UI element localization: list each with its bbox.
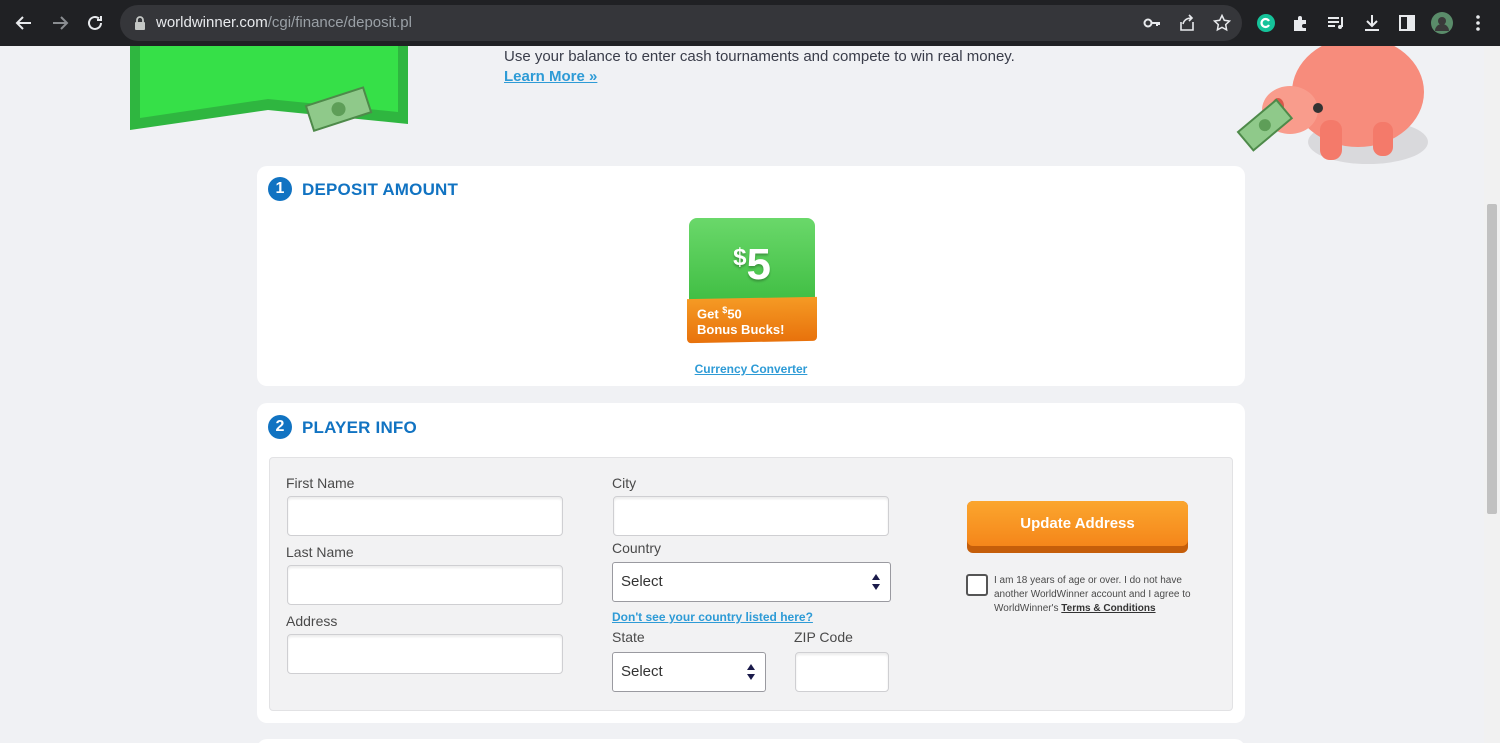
back-button[interactable] <box>10 9 38 37</box>
player-info-form: First Name Last Name Address City Countr… <box>269 457 1233 711</box>
state-selected-value: Select <box>621 663 663 680</box>
url-host: worldwinner.com <box>156 14 268 31</box>
last-name-label: Last Name <box>286 544 354 560</box>
zip-code-field[interactable] <box>795 652 889 692</box>
city-field[interactable] <box>613 496 889 536</box>
lock-icon <box>135 16 145 30</box>
city-label: City <box>612 475 637 491</box>
amount-number: 5 <box>746 240 771 289</box>
first-name-field[interactable] <box>287 496 563 536</box>
select-arrows-icon <box>872 574 880 590</box>
age-terms-checkbox[interactable] <box>966 574 988 596</box>
first-name-label: First Name <box>286 475 355 491</box>
page-content: Use your balance to enter cash tournamen… <box>0 46 1484 743</box>
currency-converter-link: Currency Converter <box>257 362 1245 376</box>
player-info-card: 2 PLAYER INFO First Name Last Name Addre… <box>257 403 1245 723</box>
last-name-field[interactable] <box>287 565 563 605</box>
address-label: Address <box>286 613 338 629</box>
download-icon[interactable] <box>1360 11 1384 35</box>
cash-banner-graphic <box>130 46 408 132</box>
deposit-amount-option[interactable]: $5 Get $50 Bonus Bucks! <box>687 218 817 346</box>
step-two-badge: 2 <box>268 415 292 439</box>
url-path: /cgi/finance/deposit.pl <box>267 14 412 31</box>
extensions-puzzle-icon[interactable] <box>1289 11 1313 35</box>
country-missing-link[interactable]: Don't see your country listed here? <box>612 610 813 624</box>
state-select[interactable]: Select <box>612 652 766 692</box>
reading-list-icon[interactable] <box>1324 11 1348 35</box>
bonus-suffix: Bonus Bucks! <box>697 322 785 338</box>
terms-conditions-link[interactable]: Terms & Conditions <box>1061 603 1155 614</box>
bonus-value: 50 <box>727 306 742 322</box>
state-label: State <box>612 629 645 645</box>
bonus-text: Get $50 Bonus Bucks! <box>697 302 784 338</box>
page-scrollbar[interactable] <box>1484 46 1500 743</box>
promo-text: Use your balance to enter cash tournamen… <box>504 48 1015 65</box>
deposit-amount-title: DEPOSIT AMOUNT <box>302 180 459 199</box>
deposit-amount-card: 1 DEPOSIT AMOUNT $5 Get $50 Bonus Bucks!… <box>257 166 1245 386</box>
star-bookmark-icon[interactable] <box>1212 13 1232 33</box>
country-select[interactable]: Select <box>612 562 891 602</box>
country-label: Country <box>612 540 662 556</box>
update-address-label: Update Address <box>967 501 1188 546</box>
address-bar[interactable]: worldwinner.com/cgi/finance/deposit.pl <box>120 5 1242 41</box>
piggy-bank-graphic <box>1236 46 1428 164</box>
learn-more-link[interactable]: Learn More » <box>504 68 597 85</box>
currency-converter-text[interactable]: Currency Converter <box>695 362 808 376</box>
side-panel-icon[interactable] <box>1395 11 1419 35</box>
player-info-title: PLAYER INFO <box>302 418 417 437</box>
reload-icon <box>88 15 102 30</box>
key-icon[interactable] <box>1142 13 1162 33</box>
bonus-prefix: Get <box>697 306 723 322</box>
reload-button[interactable] <box>81 9 109 37</box>
scrollbar-thumb[interactable] <box>1487 204 1497 514</box>
step-one-badge: 1 <box>268 177 292 201</box>
amount-value: $5 <box>689 240 815 290</box>
forward-arrow-icon <box>53 16 69 30</box>
share-icon[interactable] <box>1177 13 1197 33</box>
age-terms-text: I am 18 years of age or over. I do not h… <box>994 574 1206 616</box>
browser-toolbar: worldwinner.com/cgi/finance/deposit.pl <box>0 0 1500 46</box>
grammarly-extension-icon[interactable] <box>1254 11 1278 35</box>
zip-code-label: ZIP Code <box>794 629 853 645</box>
forward-button[interactable] <box>46 9 74 37</box>
chrome-menu-icon[interactable] <box>1466 11 1490 35</box>
url-text: worldwinner.com/cgi/finance/deposit.pl <box>156 14 412 31</box>
select-arrows-icon <box>747 664 755 680</box>
update-address-button[interactable]: Update Address <box>967 501 1188 553</box>
profile-avatar-icon[interactable] <box>1430 11 1454 35</box>
amount-currency: $ <box>733 244 747 271</box>
country-selected-value: Select <box>621 573 663 590</box>
next-section-card <box>257 739 1245 743</box>
back-arrow-icon <box>15 16 31 30</box>
address-field[interactable] <box>287 634 563 674</box>
